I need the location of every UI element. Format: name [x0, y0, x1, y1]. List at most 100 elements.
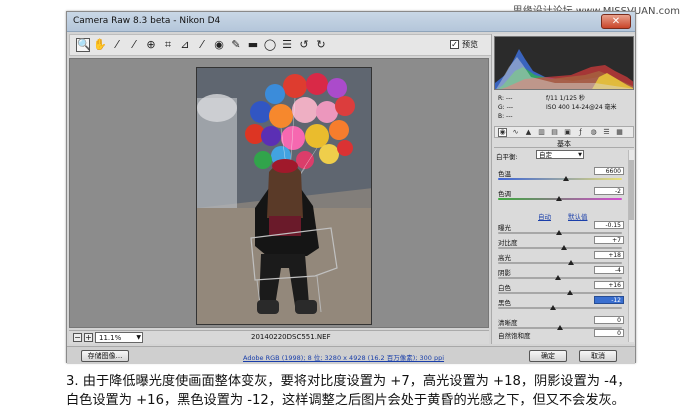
slider-thumb[interactable]: [561, 245, 568, 250]
adjustment-panel: R: --- G: --- B: --- f/11 1/125 秒 ISO 40…: [491, 34, 635, 344]
tab-fx-icon[interactable]: ƒ: [576, 128, 585, 137]
targeted-adjustment-tool-icon[interactable]: ⊕: [144, 38, 158, 52]
slider-track[interactable]: [498, 247, 622, 249]
zoom-in-button[interactable]: +: [84, 333, 93, 342]
preview-checkbox[interactable]: ✓ 预览: [450, 39, 478, 50]
zoom-level-value: 11.1%: [99, 334, 122, 342]
tab-detail-icon[interactable]: ▲: [524, 128, 533, 137]
histogram-graph: [495, 37, 633, 89]
tab-lens-icon[interactable]: ▣: [563, 128, 572, 137]
slider-track[interactable]: [498, 307, 622, 309]
default-link[interactable]: 默认值: [568, 211, 588, 221]
slider-thumb[interactable]: [566, 290, 573, 295]
caption-line-1: 3. 由于降低曝光度使画面整体变灰，要将对比度设置为 +7，高光设置为 +18，…: [66, 374, 631, 389]
red-readout: R: ---: [498, 95, 513, 102]
auto-link[interactable]: 自动: [538, 211, 551, 221]
slider-value[interactable]: -4: [594, 266, 624, 274]
slider-label: 清晰度: [498, 319, 518, 327]
slider-value[interactable]: +7: [594, 236, 624, 244]
panel-tabs: ◉ ∿ ▲ ▥ ▤ ▣ ƒ ◍ ☰ ▦: [494, 126, 634, 138]
slider-value[interactable]: 6600: [594, 167, 624, 175]
white-balance-value: 自定: [539, 151, 552, 159]
file-name: 20140220DSC551.NEF: [251, 333, 331, 341]
red-eye-tool-icon[interactable]: ◉: [212, 38, 226, 52]
chevron-down-icon: ▼: [578, 152, 582, 158]
crop-tool-icon[interactable]: ⌗: [161, 38, 175, 52]
slider-track[interactable]: [498, 292, 622, 294]
white-balance-select[interactable]: 自定 ▼: [536, 150, 584, 159]
slider-label: 黑色: [498, 299, 511, 307]
rotate-ccw-icon[interactable]: ↺: [297, 38, 311, 52]
tint-slider[interactable]: 色调 -2: [496, 187, 624, 204]
preview-label: 预览: [462, 40, 478, 49]
slider-thumb[interactable]: [568, 260, 575, 265]
check-icon[interactable]: ✓: [450, 40, 459, 49]
radial-filter-icon[interactable]: ◯: [263, 38, 277, 52]
histogram: [494, 36, 634, 90]
tab-split-toning-icon[interactable]: ▤: [550, 128, 559, 137]
zoom-tool-icon[interactable]: 🔍: [76, 38, 91, 52]
preferences-icon[interactable]: ☰: [280, 38, 294, 52]
green-readout: G: ---: [498, 104, 514, 111]
tab-tone-curve-icon[interactable]: ∿: [511, 128, 520, 137]
slider-thumb[interactable]: [554, 275, 561, 280]
graduated-filter-icon[interactable]: ▬: [246, 38, 260, 52]
slider-label: 自然饱和度: [498, 332, 531, 340]
camera-raw-window: Camera Raw 8.3 beta - Nikon D4 ✕ ✓ 预览 ⤢ …: [66, 11, 636, 364]
title-bar: Camera Raw 8.3 beta - Nikon D4 ✕: [67, 12, 635, 32]
panel-scrollbar[interactable]: [628, 150, 634, 342]
photo-artwork: [197, 68, 371, 324]
vibrance-slider[interactable]: 自然饱和度 0: [496, 329, 624, 342]
slider-value[interactable]: 0: [594, 329, 624, 337]
slider-track[interactable]: [498, 262, 622, 264]
close-button[interactable]: ✕: [601, 14, 631, 29]
straighten-tool-icon[interactable]: ⊿: [178, 38, 192, 52]
spot-removal-tool-icon[interactable]: ⁄: [195, 38, 209, 52]
slider-thumb[interactable]: [555, 230, 562, 235]
slider-value[interactable]: -2: [594, 187, 624, 195]
window-title: Camera Raw 8.3 beta - Nikon D4: [73, 16, 221, 26]
white-balance-tool-icon[interactable]: ⁄: [110, 38, 124, 52]
toolbar: ✓ 预览 ⤢ 🔍✋⁄⁄⊕⌗⊿⁄◉✎▬◯☰↺↻: [69, 34, 559, 56]
scrollbar-thumb[interactable]: [629, 160, 634, 220]
tab-camera-calibration-icon[interactable]: ◍: [589, 128, 598, 137]
zoom-out-button[interactable]: −: [73, 333, 82, 342]
cancel-button[interactable]: 取消: [579, 350, 617, 362]
exif-aperture-shutter: f/11 1/125 秒: [546, 95, 585, 102]
tab-presets-icon[interactable]: ☰: [602, 128, 611, 137]
chevron-down-icon: ▼: [136, 334, 141, 341]
color-sampler-tool-icon[interactable]: ⁄: [127, 38, 141, 52]
slider-value[interactable]: +16: [594, 281, 624, 289]
hand-tool-icon[interactable]: ✋: [93, 38, 107, 52]
slider-label: 对比度: [498, 239, 518, 247]
adjustment-brush-icon[interactable]: ✎: [229, 38, 243, 52]
slider-label: 色温: [498, 170, 511, 178]
workflow-options-link[interactable]: Adobe RGB (1998); 8 位; 3280 x 4928 (16.2…: [243, 352, 444, 362]
slider-label: 色调: [498, 190, 511, 198]
image-preview[interactable]: [69, 58, 489, 328]
slider-value[interactable]: -12: [594, 296, 624, 304]
caption: 3. 由于降低曝光度使画面整体变灰，要将对比度设置为 +7，高光设置为 +18，…: [66, 372, 646, 410]
slider-thumb[interactable]: [549, 305, 556, 310]
rotate-cw-icon[interactable]: ↻: [314, 38, 328, 52]
section-title: 基本: [494, 139, 634, 148]
bottom-bar: 存储图像... Adobe RGB (1998); 8 位; 3280 x 49…: [67, 346, 635, 364]
tab-basic-icon[interactable]: ◉: [498, 128, 507, 137]
slider-thumb[interactable]: [563, 176, 570, 181]
slider-value[interactable]: -0.15: [594, 221, 624, 229]
tab-hsl-icon[interactable]: ▥: [537, 128, 546, 137]
slider-track[interactable]: [498, 178, 622, 180]
temperature-slider[interactable]: 色温 6600: [496, 167, 624, 184]
slider-label: 阴影: [498, 269, 511, 277]
auto-default-links: 自动 默认值: [496, 211, 624, 221]
blacks-slider[interactable]: 黑色 -12: [496, 296, 624, 313]
white-balance-label: 白平衡:: [496, 153, 518, 161]
zoom-level-select[interactable]: 11.1% ▼: [95, 332, 143, 343]
tab-snapshots-icon[interactable]: ▦: [615, 128, 624, 137]
slider-thumb[interactable]: [555, 196, 562, 201]
slider-value[interactable]: +18: [594, 251, 624, 259]
status-bar: − + 11.1% ▼ 20140220DSC551.NEF: [69, 330, 489, 344]
slider-value[interactable]: 0: [594, 316, 624, 324]
ok-button[interactable]: 确定: [529, 350, 567, 362]
save-image-button[interactable]: 存储图像...: [81, 350, 129, 362]
